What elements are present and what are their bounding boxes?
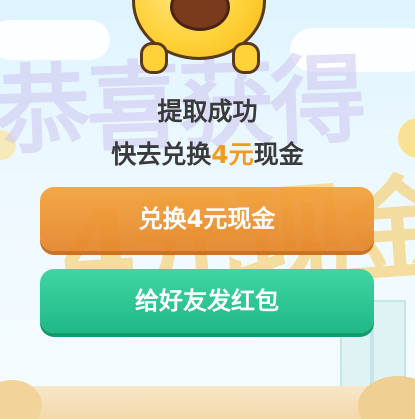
building-decoration <box>340 330 372 390</box>
exchange-prompt-suffix: 现金 <box>253 140 304 169</box>
exchange-cash-button[interactable]: 兑换4元现金 <box>40 187 374 251</box>
mascot-arm-icon <box>140 42 168 74</box>
ground-decoration <box>0 386 415 419</box>
exchange-prompt-prefix: 快去兑换 <box>111 140 212 169</box>
success-title: 提取成功 <box>157 97 258 126</box>
reward-dialog: 恭喜获得 4元现金 提取成功 快去兑换4元现金 兑换4元现金 给好友发红包 <box>0 0 415 419</box>
exchange-prompt: 快去兑换4元现金 <box>0 135 415 171</box>
mascot-arm-icon <box>232 42 260 74</box>
exchange-prompt-amount: 4元 <box>211 140 254 169</box>
mascot-mouth <box>170 0 230 31</box>
send-red-packet-button[interactable]: 给好友发红包 <box>40 269 374 333</box>
